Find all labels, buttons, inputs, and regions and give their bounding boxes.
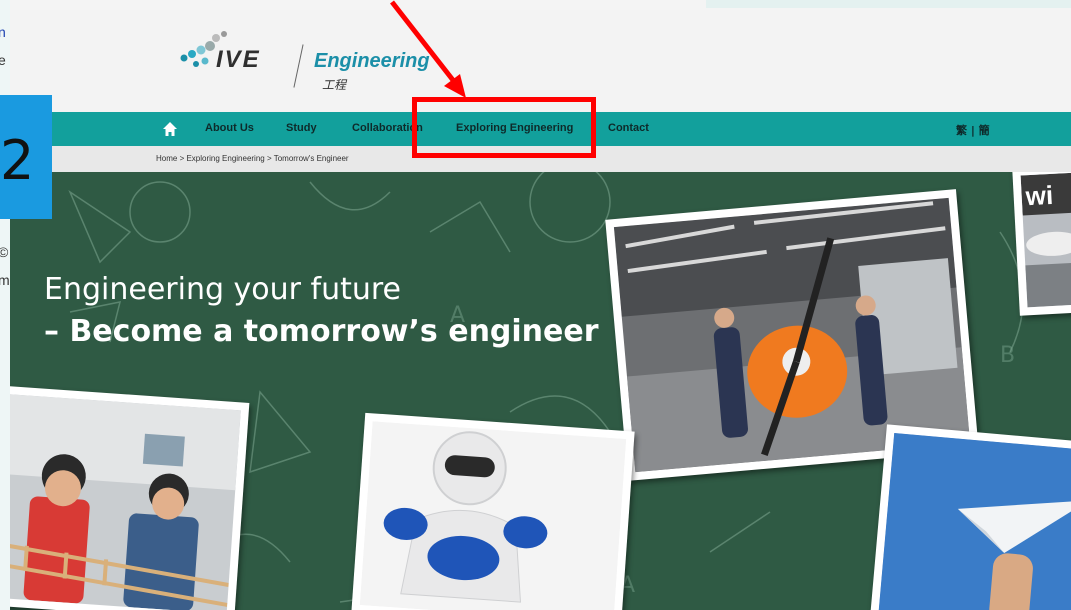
- nav-about-us[interactable]: About Us: [205, 122, 254, 134]
- logo-department-text: Engineering: [314, 50, 430, 72]
- photo-paper-plane: [869, 424, 1071, 610]
- photo-solar-car: wi: [1012, 172, 1071, 316]
- language-switch[interactable]: 繁 | 簡: [956, 122, 990, 138]
- photo-students-workshop: [10, 385, 250, 610]
- svg-text:B: B: [1000, 343, 1015, 368]
- step-number-badge: 2: [0, 95, 52, 219]
- robot-image: [359, 421, 627, 610]
- highlight-box: [412, 97, 596, 158]
- logo-divider: [293, 44, 304, 88]
- ive-engineering-logo[interactable]: IVE Engineering 工程: [176, 28, 446, 98]
- students-image: [10, 394, 241, 610]
- left-background-strip: [0, 0, 10, 610]
- hero-banner: A A B c Engineering your future – Become…: [10, 172, 1071, 610]
- paper-plane-image: [878, 433, 1071, 610]
- nav-study[interactable]: Study: [286, 122, 317, 134]
- clipped-text-fragment: m: [0, 272, 10, 288]
- clipped-text-fragment: ©: [0, 244, 9, 260]
- step-number: 2: [0, 129, 35, 192]
- hero-subheadline: – Become a tomorrow’s engineer: [44, 314, 599, 349]
- logo-brand-text: IVE: [216, 46, 261, 73]
- nav-contact[interactable]: Contact: [608, 122, 649, 134]
- photo-humanoid-robot: [351, 412, 635, 610]
- breadcrumb-trail[interactable]: Home > Exploring Engineering > Tomorrow'…: [156, 154, 349, 163]
- home-icon[interactable]: [162, 121, 178, 137]
- clipped-text-fragment: n: [0, 24, 6, 40]
- hero-headline: Engineering your future: [44, 272, 402, 307]
- background-panel: [706, 0, 1071, 8]
- svg-text:wi: wi: [1024, 180, 1054, 211]
- solar-car-image: wi: [1020, 172, 1071, 308]
- logo-department-cn: 工程: [322, 78, 347, 92]
- clipped-text-fragment: e: [0, 52, 6, 68]
